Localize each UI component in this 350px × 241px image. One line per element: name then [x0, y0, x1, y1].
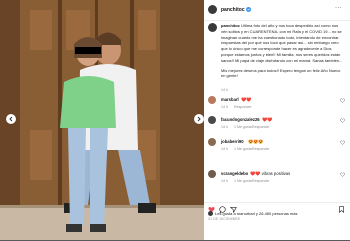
- photo-illustration: [0, 0, 204, 240]
- post-header: panchitoc ···: [204, 0, 350, 21]
- comment-text: ❤️❤️: [241, 97, 252, 102]
- previous-arrow-button[interactable]: [6, 114, 16, 124]
- caption-text-2: Mis mejores deseos para todos!! Espero t…: [221, 67, 341, 79]
- comment-reply-button[interactable]: Responder: [252, 179, 270, 183]
- comment-avatar[interactable]: [208, 138, 216, 146]
- post-photo[interactable]: [0, 0, 204, 240]
- like-heart-icon[interactable]: [340, 172, 345, 177]
- comment-reply-button[interactable]: Responder: [252, 147, 270, 151]
- comment-username[interactable]: vcrangeldebo: [221, 171, 248, 176]
- comment-reply-button[interactable]: Responder: [252, 125, 270, 129]
- comment-text: ❤️❤️: [262, 117, 273, 122]
- caption-time: 14 h: [221, 88, 228, 92]
- verified-icon: [246, 7, 251, 12]
- comment-time: 14 h: [221, 147, 228, 151]
- chevron-right-icon: [197, 116, 201, 122]
- like-heart-icon[interactable]: [340, 140, 345, 145]
- comment-likes[interactable]: 1 Me gusta: [234, 125, 252, 129]
- comment-time: 14 h: [221, 125, 228, 129]
- like-heart-icon[interactable]: [340, 98, 345, 103]
- chevron-left-icon: [9, 116, 13, 122]
- like-heart-icon[interactable]: [340, 118, 345, 123]
- caption-username[interactable]: panchitoc: [221, 23, 240, 28]
- post-caption: panchitoc Ultima foto del año y nos toca…: [221, 23, 345, 79]
- comment-text: 😍😍😍: [248, 139, 264, 144]
- comment-likes[interactable]: 1 Me gusta: [234, 147, 252, 151]
- caption-text: Ultima foto del año y nos toca despedirl…: [221, 23, 343, 63]
- avatar[interactable]: [208, 5, 217, 14]
- comment-username[interactable]: facundogonzalez26: [221, 117, 260, 122]
- comment-avatar[interactable]: [208, 170, 216, 178]
- comment-text: ❤️❤️ vibras positivas: [250, 171, 291, 176]
- more-options-button[interactable]: ···: [335, 5, 342, 11]
- post-date: 31 DE DICIEMBRE: [208, 217, 241, 221]
- bookmark-icon[interactable]: [338, 206, 345, 213]
- comment-likes[interactable]: 1 Me gusta: [234, 179, 252, 183]
- likes-count[interactable]: Les gusta a manurbarl y 26.450 personas …: [215, 211, 298, 216]
- comment-time: 14 h: [221, 179, 228, 183]
- post-detail-panel: panchitoc ··· panchitoc Ultima foto del …: [204, 0, 350, 240]
- likes-avatar[interactable]: [208, 211, 213, 216]
- comment-username[interactable]: jobaberri90: [221, 139, 244, 144]
- comment-time: 14 h: [221, 105, 228, 109]
- post-username[interactable]: panchitoc: [221, 7, 245, 13]
- comment-username[interactable]: marsbarl: [221, 97, 239, 102]
- post-actions: [204, 202, 350, 241]
- caption-avatar[interactable]: [208, 23, 217, 32]
- comment-avatar[interactable]: [208, 96, 216, 104]
- comment-reply-button[interactable]: Responder: [234, 105, 252, 109]
- next-arrow-button[interactable]: [194, 114, 204, 124]
- comment-avatar[interactable]: [208, 116, 216, 124]
